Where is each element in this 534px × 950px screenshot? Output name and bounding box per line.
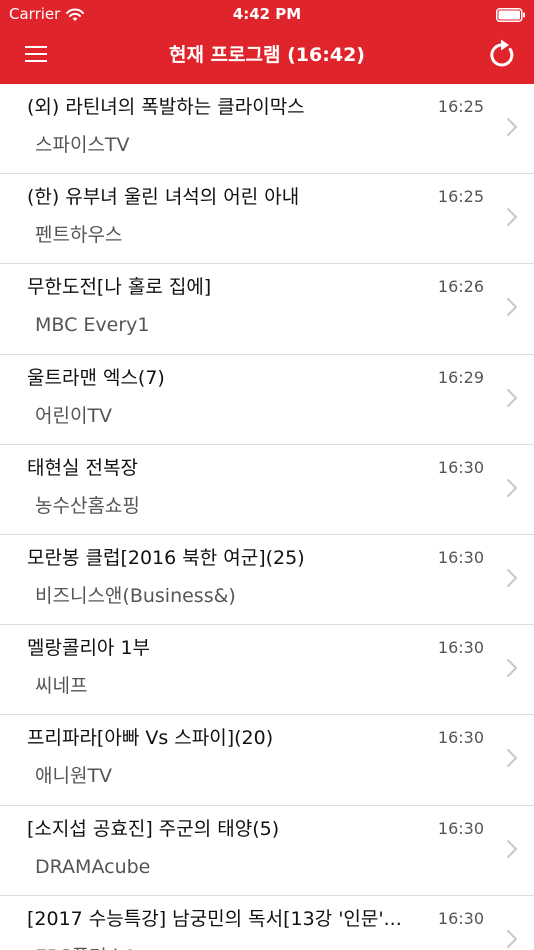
program-channel: 펜트하우스 xyxy=(35,224,123,247)
navigation-bar: 현재 프로그램 (16:42) xyxy=(0,28,534,84)
status-time: 4:42 PM xyxy=(232,5,302,23)
chevron-right-icon xyxy=(506,207,518,227)
program-channel: EBS플러스1 xyxy=(35,944,425,950)
program-time: 16:25 xyxy=(437,187,484,207)
chevron-right-icon xyxy=(506,658,518,678)
program-title: [2017 수능특강] 남궁민의 독서[13강 '인문'... xyxy=(27,907,402,930)
chevron-right-icon xyxy=(506,839,518,859)
program-row[interactable]: (한) 유부녀 울린 녀석의 어린 아내 펜트하우스 16:25 xyxy=(0,174,534,265)
refresh-button[interactable] xyxy=(480,36,524,76)
program-row[interactable]: 울트라맨 엑스(7) 어린이TV 16:29 xyxy=(0,355,534,445)
program-channel: 비즈니스앤(Business&) xyxy=(35,584,236,607)
program-time: 16:30 xyxy=(437,547,484,567)
program-channel: 어린이TV xyxy=(35,404,113,427)
program-channel: 농수산홈쇼핑 xyxy=(35,494,140,517)
chevron-right-icon xyxy=(506,117,518,137)
app-header: Carrier 4:42 PM 현재 프로그램 (16:42) xyxy=(0,0,534,84)
program-time: 16:30 xyxy=(437,638,484,658)
program-channel: DRAMAcube xyxy=(35,855,151,878)
program-title: 울트라맨 엑스(7) xyxy=(27,366,165,389)
program-time: 16:30 xyxy=(437,818,484,838)
program-row[interactable]: 모란봉 클럽[2016 북한 여군](25) 비즈니스앤(Business&) … xyxy=(0,535,534,626)
program-row[interactable]: 멜랑콜리아 1부 씨네프 16:30 xyxy=(0,625,534,716)
chevron-right-icon xyxy=(506,929,518,949)
program-row[interactable]: 태현실 전복장 농수산홈쇼핑 16:30 xyxy=(0,445,534,535)
program-channel: MBC Every1 xyxy=(35,314,150,337)
program-title: 태현실 전복장 xyxy=(27,456,138,479)
program-title: 모란봉 클럽[2016 북한 여군](25) xyxy=(27,546,305,569)
program-time: 16:30 xyxy=(437,728,484,748)
program-title: 프리파라[아빠 Vs 스파이](20) xyxy=(27,727,274,750)
program-channel: 스파이스TV xyxy=(35,134,130,156)
program-list: (외) 라틴녀의 폭발하는 클라이막스 스파이스TV 16:25 (한) 유부녀… xyxy=(0,84,534,950)
program-time: 16:29 xyxy=(437,367,484,387)
program-time: 16:30 xyxy=(437,457,484,477)
chevron-right-icon xyxy=(506,297,518,317)
chevron-right-icon xyxy=(506,568,518,588)
program-title: [소지섭 공효진] 주군의 태양(5) xyxy=(27,817,280,840)
battery-icon xyxy=(496,7,526,22)
program-time: 16:26 xyxy=(437,277,484,297)
program-title: (외) 라틴녀의 폭발하는 클라이막스 xyxy=(27,96,305,118)
chevron-right-icon xyxy=(506,388,518,408)
page-title: 현재 프로그램 (16:42) xyxy=(169,44,365,66)
refresh-icon xyxy=(488,39,516,73)
chevron-right-icon xyxy=(506,748,518,768)
program-title: 무한도전[나 홀로 집에] xyxy=(27,276,212,299)
program-time: 16:25 xyxy=(437,97,484,116)
program-time: 16:30 xyxy=(437,908,484,928)
chevron-right-icon xyxy=(506,478,518,498)
program-row[interactable]: 무한도전[나 홀로 집에] MBC Every1 16:26 xyxy=(0,264,534,355)
program-row[interactable]: (외) 라틴녀의 폭발하는 클라이막스 스파이스TV 16:25 xyxy=(0,84,534,175)
menu-button[interactable] xyxy=(14,36,58,76)
program-row[interactable]: [소지섭 공효진] 주군의 태양(5) DRAMAcube 16:30 xyxy=(0,806,534,896)
status-bar: Carrier 4:42 PM xyxy=(0,0,534,28)
hamburger-menu-icon xyxy=(25,46,47,66)
program-title: 멜랑콜리아 1부 xyxy=(27,637,151,660)
program-title: (한) 유부녀 울린 녀석의 어린 아내 xyxy=(27,186,300,209)
program-channel: 씨네프 xyxy=(35,675,88,698)
program-row[interactable]: [2017 수능특강] 남궁민의 독서[13강 '인문'... EBS플러스1 … xyxy=(0,896,534,950)
program-row[interactable]: 프리파라[아빠 Vs 스파이](20) 애니원TV 16:30 xyxy=(0,715,534,806)
program-channel: 애니원TV xyxy=(35,765,113,788)
